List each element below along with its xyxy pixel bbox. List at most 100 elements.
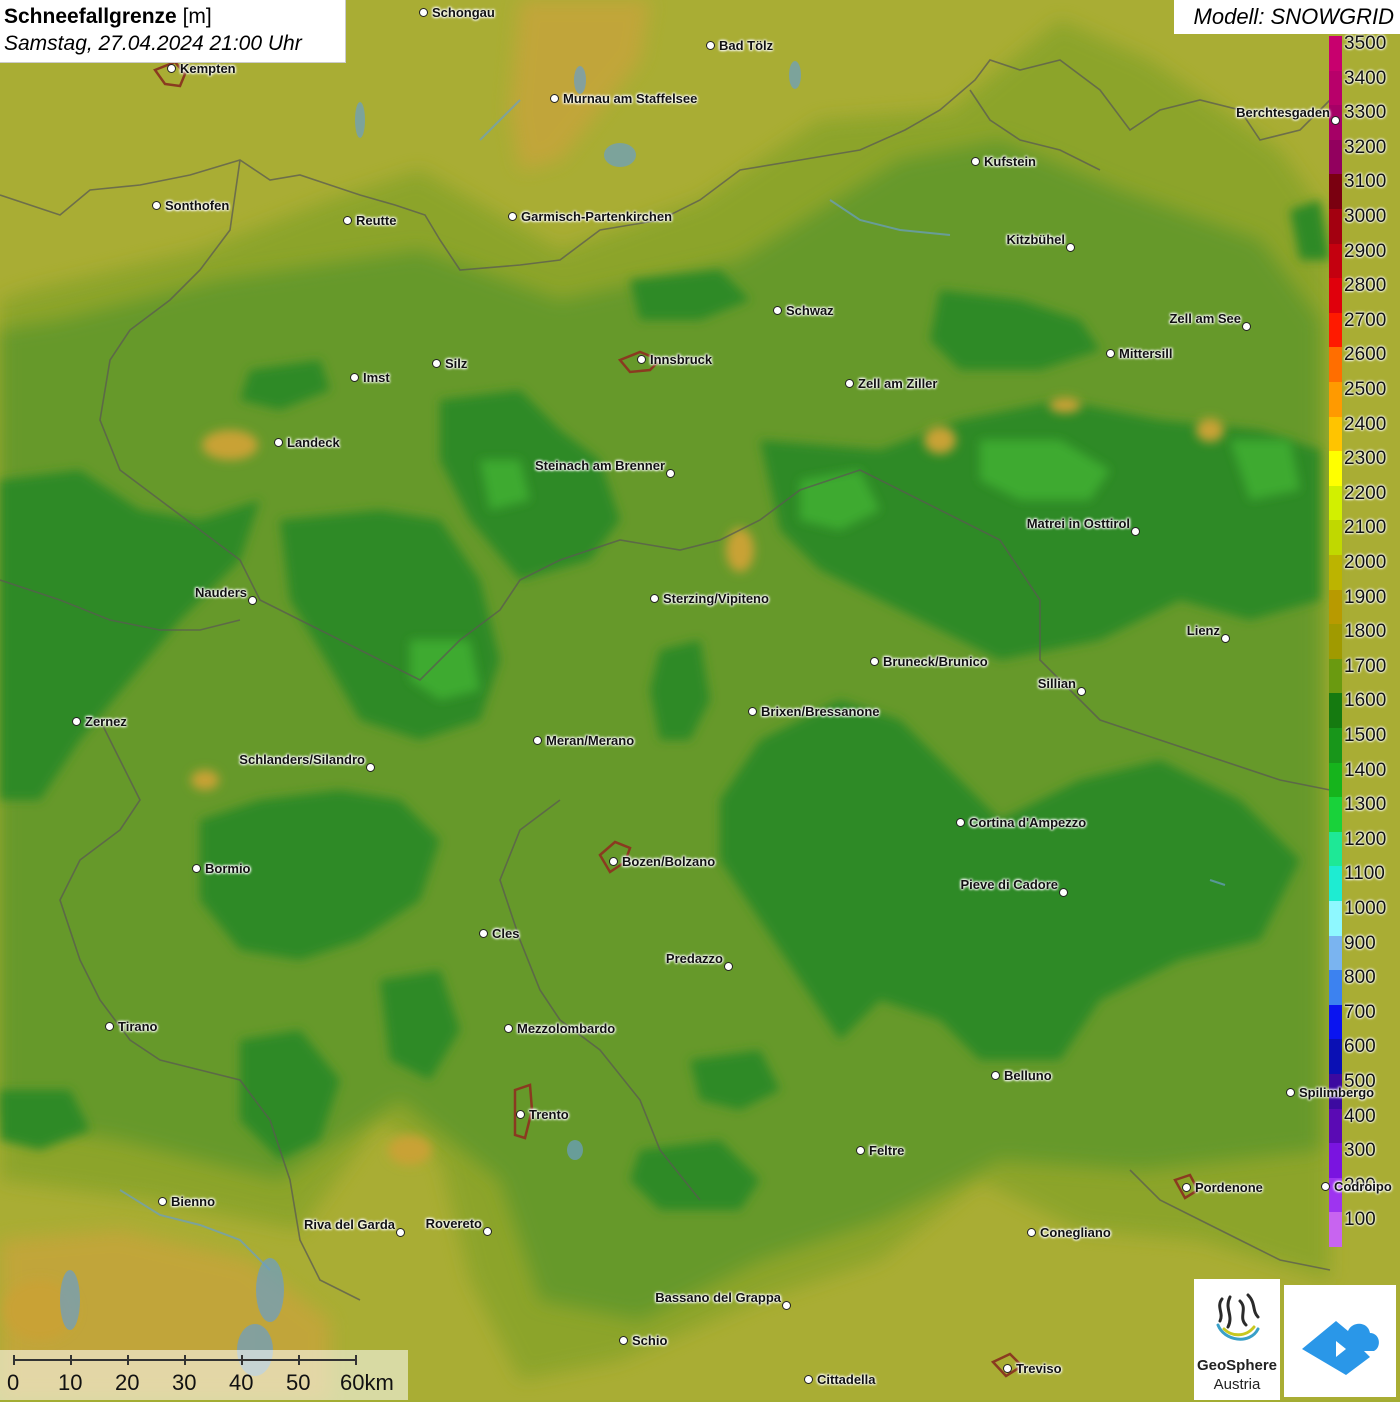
city-marker-icon	[782, 1301, 791, 1310]
legend-label: 2400	[1344, 413, 1387, 435]
city-marker-icon	[343, 216, 352, 225]
legend-label: 1200	[1344, 828, 1387, 850]
scale-bar: 0 10 20 30 40 50 60km	[0, 1350, 408, 1400]
city-marker-icon	[483, 1227, 492, 1236]
city-label: Nauders	[194, 585, 247, 600]
city-marker-icon	[366, 763, 375, 772]
legend-label: 100	[1344, 1209, 1376, 1231]
city-label: Berchtesgaden	[1236, 105, 1330, 120]
city-label: Zell am See	[1169, 311, 1241, 326]
legend-swatch	[1329, 624, 1342, 660]
city-marker-icon	[105, 1022, 114, 1031]
city-marker-icon	[1182, 1183, 1191, 1192]
geosphere-logo-icon	[1216, 1293, 1260, 1341]
legend-label: 1900	[1344, 586, 1387, 608]
city-label: Feltre	[869, 1143, 905, 1158]
legend-label: 3400	[1344, 67, 1387, 89]
city-label: Pieve di Cadore	[960, 877, 1058, 892]
city-label: Belluno	[1004, 1068, 1052, 1083]
city-marker-icon	[748, 707, 757, 716]
legend-label: 1400	[1344, 759, 1387, 781]
legend-label: 3300	[1344, 102, 1387, 124]
city-label: Schlanders/Silandro	[239, 752, 365, 767]
legend-swatch	[1329, 70, 1342, 106]
city-marker-icon	[991, 1071, 1000, 1080]
city-marker-icon	[550, 94, 559, 103]
city-label: Silz	[445, 356, 468, 371]
legend-swatch	[1329, 278, 1342, 314]
city-label: Zell am Ziller	[858, 376, 938, 391]
legend-swatch	[1329, 762, 1342, 798]
legend-label: 3000	[1344, 206, 1387, 227]
scale-tick-label: 50	[286, 1370, 311, 1395]
city-label: Schio	[632, 1333, 668, 1348]
city-label: Landeck	[287, 435, 340, 450]
city-marker-icon	[432, 359, 441, 368]
legend-label: 2600	[1344, 344, 1387, 366]
cloud-app-logo[interactable]	[1284, 1285, 1396, 1397]
city-marker-icon	[419, 8, 428, 17]
city-label: Bad Tölz	[719, 38, 774, 53]
city-label: Pordenone	[1195, 1180, 1263, 1195]
legend-swatch	[1329, 312, 1342, 348]
scale-tick-label: 40	[229, 1370, 254, 1395]
city-label: Sillian	[1037, 676, 1076, 691]
legend-swatch	[1329, 139, 1342, 175]
legend-label: 3200	[1344, 136, 1387, 158]
geosphere-logo[interactable]: GeoSphere Austria	[1194, 1279, 1280, 1400]
legend-swatch	[1329, 451, 1342, 487]
city-label: Spilimbergo	[1299, 1085, 1375, 1100]
city-marker-icon	[479, 929, 488, 938]
city-label: Bassano del Grappa	[655, 1290, 781, 1305]
scale-tick-label: 20	[115, 1370, 140, 1395]
city-marker-icon	[666, 469, 675, 478]
city-marker-icon	[773, 306, 782, 315]
geosphere-logo-line1: GeoSphere	[1196, 1357, 1278, 1374]
city-label: Bormio	[205, 861, 251, 876]
city-marker-icon	[956, 818, 965, 827]
city-label: Mezzolombardo	[517, 1021, 616, 1036]
city-label: Conegliano	[1040, 1225, 1111, 1240]
city-label: Codroipo	[1334, 1179, 1392, 1194]
city-label: Cles	[492, 926, 520, 941]
legend-swatch	[1329, 1108, 1342, 1144]
city-marker-icon	[856, 1146, 865, 1155]
legend-label: 700	[1344, 1001, 1376, 1023]
city-label: Matrei in Osttirol	[1026, 516, 1130, 531]
city-label: Kitzbühel	[1006, 232, 1066, 247]
city-label: Sonthofen	[165, 198, 230, 213]
legend-label: 1500	[1344, 725, 1387, 746]
legend-swatch	[1329, 658, 1342, 694]
map-title-unit: [m]	[182, 5, 212, 28]
city-marker-icon	[845, 379, 854, 388]
city-marker-icon	[508, 212, 517, 221]
city-label: Sterzing/Vipiteno	[663, 591, 769, 606]
city-marker-icon	[1003, 1364, 1012, 1373]
city-label: Brixen/Bressanone	[761, 704, 880, 719]
legend-swatch	[1329, 693, 1342, 729]
city-label: Lienz	[1186, 623, 1220, 638]
legend-label: 1000	[1344, 898, 1387, 919]
city-label: Kempten	[180, 61, 236, 76]
legend-label: 1100	[1344, 863, 1385, 885]
legend-label: 600	[1344, 1036, 1376, 1058]
city-marker-icon	[72, 717, 81, 726]
city-marker-icon	[192, 864, 201, 873]
city-marker-icon	[158, 1197, 167, 1206]
legend-label: 2100	[1344, 517, 1387, 539]
scale-tick-label: 30	[172, 1370, 197, 1395]
legend-swatch	[1329, 243, 1342, 279]
city-marker-icon	[504, 1024, 513, 1033]
city-label: Tirano	[118, 1019, 158, 1034]
legend-swatch	[1329, 1143, 1342, 1179]
city-marker-icon	[533, 736, 542, 745]
legend-swatch	[1329, 1212, 1342, 1248]
city-marker-icon	[971, 157, 980, 166]
city-label: Zernez	[85, 714, 127, 729]
scale-tick-label: 0	[7, 1370, 20, 1395]
legend-swatch	[1329, 866, 1342, 902]
legend-swatch	[1329, 382, 1342, 418]
color-legend: 3500 3400 3300 3200 3100 3000 2900 2800 2700 2600…	[1329, 34, 1400, 1248]
geosphere-logo-line2: Austria	[1213, 1376, 1261, 1393]
city-marker-icon	[804, 1375, 813, 1384]
